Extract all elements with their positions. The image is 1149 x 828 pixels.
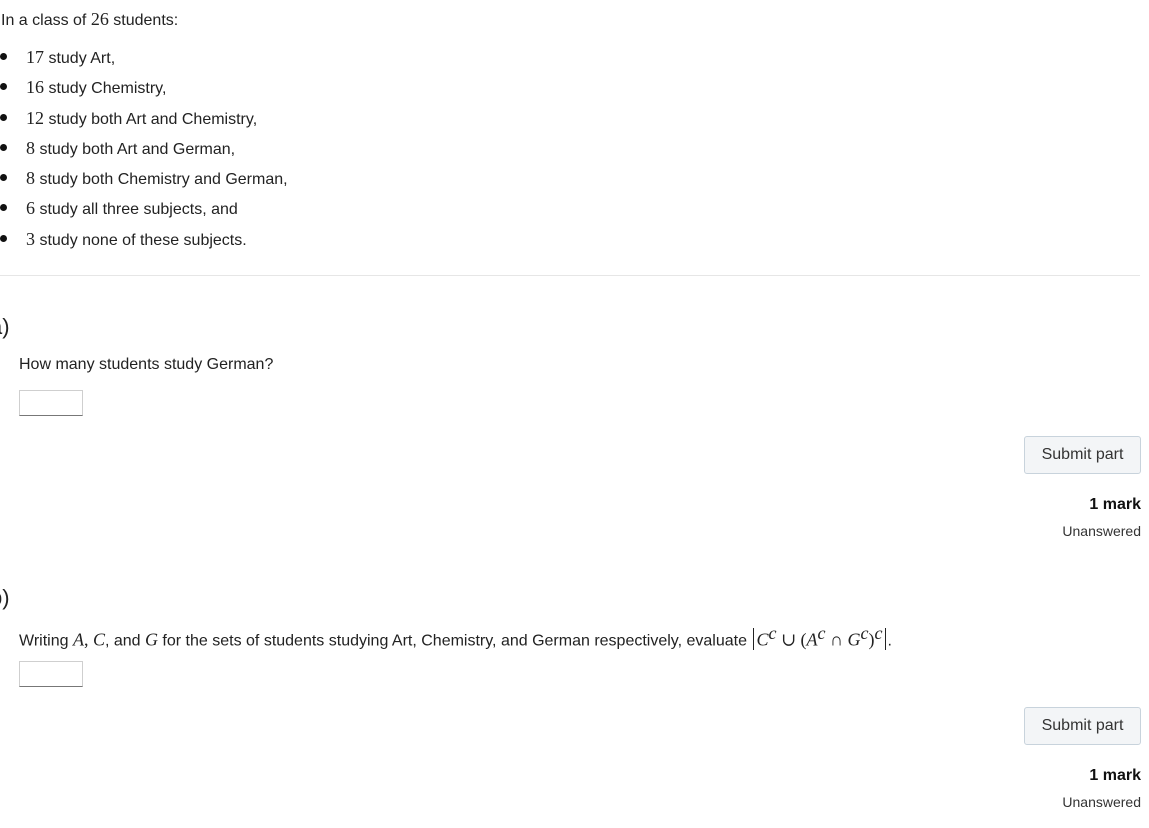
fact-number: 17 [26,47,44,67]
fact-number: 8 [26,168,35,189]
part-b-status: Unanswered [1062,794,1141,810]
question-end: . [887,632,892,650]
part-b-submit-button[interactable]: Submit part [1024,707,1141,745]
section-divider [0,275,1140,276]
fact-number: 8 [26,137,35,158]
separator: , [83,629,93,650]
var-g: G [144,629,158,650]
intro-suffix: students: [108,12,179,29]
fact-text: study Art, [44,50,116,67]
part-a-question: How many students study German? [19,356,274,373]
fact-text: study both Chemistry and German, [35,171,288,189]
bullet-icon [0,113,7,121]
part-b-question: Writing A, C, and G for the sets of stud… [19,622,892,652]
abs-bar-right [884,628,886,651]
fact-text: study both Art and Chemistry, [44,110,258,128]
fact-text: study both Art and German, [35,140,236,158]
fact-number: 12 [26,107,44,128]
expr-intersection: ∩ [825,629,848,650]
list-item: 6 study all three subjects, and [0,193,288,223]
bullet-icon [0,53,7,60]
complement-mark: c [860,623,869,643]
var-c: C [92,629,105,650]
fact-number: 16 [26,77,44,98]
fact-text: study all three subjects, and [35,201,238,219]
list-item: 12 study both Art and Chemistry, [0,103,288,133]
intro-count: 26 [90,9,109,29]
part-a-status: Unanswered [1062,523,1141,539]
bullet-icon [0,83,7,91]
part-a-label: a) [0,314,10,339]
part-a-answer-input[interactable] [19,390,83,416]
list-item: 8 study both Chemistry and German, [0,163,288,193]
separator: , and [104,632,145,650]
fact-number: 6 [26,198,35,219]
expr-g: G [847,629,861,650]
part-a-marks: 1 mark [1089,496,1141,513]
list-item: 16 study Chemistry, [0,72,288,102]
list-item: 17 study Art, [0,42,288,72]
complement-mark: c [817,623,826,643]
expr-union: ∪ ( [776,629,807,650]
complement-mark: c [874,623,883,643]
expr-c: C [756,629,769,650]
question-text: Writing [19,632,73,650]
question-text: for the sets of students studying Art, C… [157,632,752,650]
list-item: 3 study none of these subjects. [0,224,288,254]
part-b-label: b) [0,585,10,610]
intro-text: In a class of 26 students: [1,8,1141,30]
bullet-icon [0,234,7,242]
fact-number: 3 [26,228,35,249]
part-b-answer-input[interactable] [19,661,83,687]
fact-text: study Chemistry, [44,80,167,98]
bullet-icon [0,143,7,151]
part-a-submit-button[interactable]: Submit part [1024,436,1141,474]
part-b-marks: 1 mark [1089,767,1141,784]
abs-bar-left [753,628,755,651]
bullet-icon [0,174,7,182]
intro-prefix: In a class of [1,12,91,29]
question-intro: In a class of 26 students: [1,8,1141,30]
fact-text: study none of these subjects. [35,231,247,249]
list-item: 8 study both Art and German, [0,133,288,163]
expr-a: A [806,629,818,650]
bullet-icon [0,204,7,212]
var-a: A [72,629,84,650]
facts-list: 17 study Art, 16 study Chemistry, 12 stu… [0,42,288,254]
